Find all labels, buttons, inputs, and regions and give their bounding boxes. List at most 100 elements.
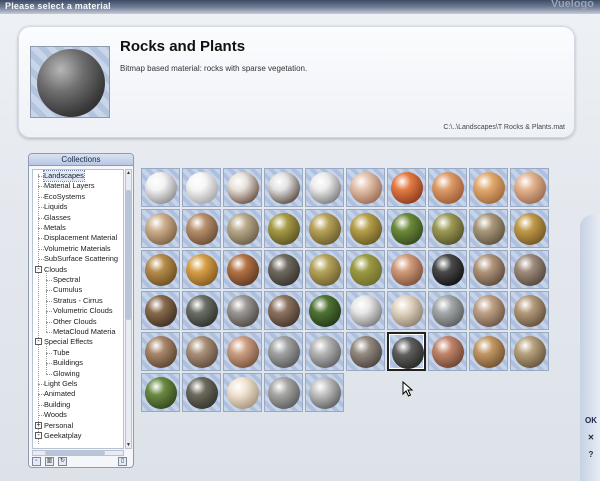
delete-icon[interactable]: ▥: [45, 457, 54, 466]
material-tile[interactable]: [264, 332, 303, 371]
tree-item[interactable]: Volumetric Clouds: [53, 306, 113, 316]
material-tile[interactable]: [510, 332, 549, 371]
collections-tree[interactable]: Landscapes Material Layers EcoSystems Liqui…: [32, 169, 124, 449]
material-tile[interactable]: [305, 250, 344, 289]
tree-item[interactable]: Geekatplay: [44, 431, 81, 441]
material-tile[interactable]: [387, 168, 426, 207]
collapse-icon[interactable]: -: [35, 265, 42, 273]
material-tile[interactable]: [387, 332, 426, 371]
material-tile[interactable]: [264, 209, 303, 248]
material-tile[interactable]: [346, 332, 385, 371]
material-tile[interactable]: [346, 291, 385, 330]
material-tile[interactable]: [141, 250, 180, 289]
material-tile[interactable]: [510, 209, 549, 248]
collapse-icon[interactable]: -: [35, 432, 42, 439]
tree-item[interactable]: Animated: [44, 389, 75, 399]
material-tile[interactable]: [264, 168, 303, 207]
collapse-icon[interactable]: -: [35, 338, 42, 346]
tree-item[interactable]: Landscapes: [43, 170, 85, 182]
tree-item[interactable]: Light Gels: [44, 379, 77, 389]
material-tile[interactable]: [182, 250, 221, 289]
tree-item[interactable]: EcoSystems: [44, 192, 85, 202]
tree-item[interactable]: Buildings: [53, 358, 83, 368]
material-tile[interactable]: [223, 291, 262, 330]
scroll-down-icon[interactable]: ▼: [126, 442, 131, 448]
tree-item[interactable]: Displacement Material: [44, 233, 117, 243]
expand-icon[interactable]: +: [35, 421, 42, 429]
new-collection-icon[interactable]: ▫: [32, 457, 41, 466]
material-tile[interactable]: [346, 168, 385, 207]
tree-item[interactable]: Clouds: [44, 265, 67, 275]
tree-item[interactable]: Cumulus: [53, 285, 82, 295]
material-tile[interactable]: [346, 209, 385, 248]
material-tile[interactable]: [182, 291, 221, 330]
material-tile[interactable]: [305, 291, 344, 330]
tree-item[interactable]: SubSurface Scattering: [44, 254, 118, 264]
tree-item[interactable]: Building: [44, 400, 70, 410]
tree-item[interactable]: Glowing: [53, 369, 80, 379]
material-tile[interactable]: [305, 209, 344, 248]
material-tile[interactable]: [428, 168, 467, 207]
material-tile[interactable]: [141, 332, 180, 371]
material-tile[interactable]: [469, 250, 508, 289]
tree-item[interactable]: Other Clouds: [53, 317, 97, 327]
material-tile[interactable]: [428, 291, 467, 330]
scroll-up-icon[interactable]: ▲: [126, 170, 131, 176]
tree-item[interactable]: Special Effects: [44, 337, 93, 347]
material-tile[interactable]: [428, 209, 467, 248]
collections-horizontal-scrollbar[interactable]: [32, 450, 124, 456]
material-tile[interactable]: [469, 168, 508, 207]
material-tile[interactable]: [305, 168, 344, 207]
material-tile[interactable]: [469, 291, 508, 330]
material-tile[interactable]: [428, 332, 467, 371]
cancel-button[interactable]: ✕: [584, 431, 598, 445]
tree-item[interactable]: Tube: [53, 348, 70, 358]
tree-item[interactable]: Glasses: [44, 213, 71, 223]
material-tile[interactable]: [305, 332, 344, 371]
link-icon[interactable]: ↻: [58, 457, 67, 466]
hscroll-thumb[interactable]: [45, 451, 105, 455]
material-tile[interactable]: [141, 168, 180, 207]
material-tile[interactable]: [264, 291, 303, 330]
material-tile[interactable]: [264, 250, 303, 289]
tree-item[interactable]: Metals: [44, 223, 66, 233]
material-tile[interactable]: [264, 373, 303, 412]
material-tile[interactable]: [510, 168, 549, 207]
material-path: C:\..\Landscapes\T Rocks & Plants.mat: [443, 124, 565, 131]
material-tile[interactable]: [182, 168, 221, 207]
material-tile[interactable]: [428, 250, 467, 289]
material-tile[interactable]: [223, 168, 262, 207]
material-tile[interactable]: [387, 250, 426, 289]
material-tile[interactable]: [469, 332, 508, 371]
help-button[interactable]: ?: [584, 448, 598, 462]
material-tile[interactable]: [223, 250, 262, 289]
material-tile[interactable]: [141, 373, 180, 412]
tree-item[interactable]: Material Layers: [44, 181, 95, 191]
lock-icon[interactable]: ▯: [118, 457, 127, 466]
material-tile[interactable]: [223, 332, 262, 371]
material-tile[interactable]: [182, 373, 221, 412]
material-tile[interactable]: [387, 291, 426, 330]
tree-item[interactable]: Liquids: [44, 202, 67, 212]
tree-item[interactable]: Stratus - Cirrus: [53, 296, 103, 306]
scroll-thumb[interactable]: [126, 190, 131, 320]
material-tile[interactable]: [223, 373, 262, 412]
tree-item[interactable]: Woods: [44, 410, 67, 420]
material-tile[interactable]: [141, 291, 180, 330]
material-tile[interactable]: [182, 209, 221, 248]
material-tile[interactable]: [182, 332, 221, 371]
material-tile[interactable]: [510, 250, 549, 289]
material-tile[interactable]: [346, 250, 385, 289]
tree-item[interactable]: Spectral: [53, 275, 80, 285]
material-tile[interactable]: [223, 209, 262, 248]
ok-button[interactable]: OK: [584, 414, 598, 428]
collections-vertical-scrollbar[interactable]: ▲ ▼: [125, 169, 132, 449]
material-tile[interactable]: [305, 373, 344, 412]
material-tile[interactable]: [387, 209, 426, 248]
material-tile[interactable]: [141, 209, 180, 248]
tree-item[interactable]: Personal: [44, 421, 73, 431]
tree-item[interactable]: MetaCloud Materia: [53, 327, 115, 337]
material-tile[interactable]: [510, 291, 549, 330]
material-tile[interactable]: [469, 209, 508, 248]
tree-item[interactable]: Volumetric Materials: [44, 244, 111, 254]
